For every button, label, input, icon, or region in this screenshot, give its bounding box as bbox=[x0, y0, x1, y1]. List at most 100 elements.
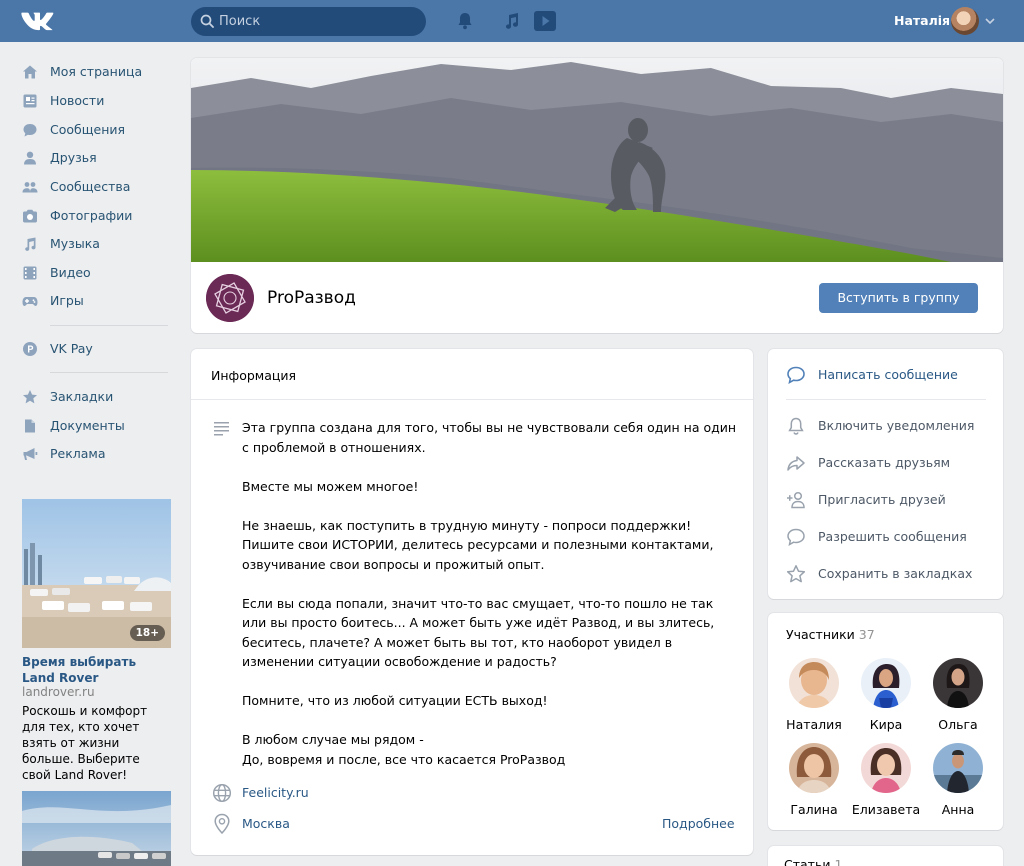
search-input[interactable] bbox=[219, 7, 419, 36]
age-rating-badge: 18+ bbox=[129, 625, 165, 641]
invite-friends-action[interactable]: Пригласить друзей bbox=[768, 484, 1003, 514]
ad-domain: landrover.ru bbox=[22, 685, 95, 699]
nav-item-my-page[interactable]: Моя страница bbox=[0, 57, 180, 85]
music-icon bbox=[25, 237, 36, 251]
bell-icon[interactable] bbox=[455, 11, 475, 31]
location-pin-icon bbox=[214, 813, 230, 835]
action-label: Разрешить сообщения bbox=[818, 529, 967, 544]
member-avatar bbox=[861, 658, 911, 708]
nav-label: Реклама bbox=[50, 446, 106, 461]
articles-title-label: Статьи bbox=[784, 857, 831, 866]
search-icon bbox=[200, 14, 214, 28]
news-icon bbox=[23, 94, 37, 108]
member-avatar bbox=[789, 743, 839, 793]
articles-title[interactable]: Статьи 1 bbox=[784, 857, 842, 866]
message-bubble-icon bbox=[787, 366, 805, 385]
write-message-action[interactable]: Написать сообщение bbox=[768, 359, 1003, 389]
megaphone-icon bbox=[23, 448, 38, 460]
nav-item-ads[interactable]: Реклама bbox=[0, 439, 180, 467]
description-lines-icon bbox=[214, 422, 229, 436]
city-link[interactable]: Москва bbox=[242, 816, 290, 831]
ad-block-2[interactable] bbox=[22, 791, 171, 866]
nav-item-bookmarks[interactable]: Закладки bbox=[0, 382, 180, 410]
info-card: Информация Эта группа создана для того, … bbox=[191, 349, 753, 855]
nav-label: Моя страница bbox=[50, 64, 143, 79]
articles-count: 1 bbox=[834, 857, 843, 866]
nav-label: VK Pay bbox=[50, 341, 93, 356]
members-title[interactable]: Участники 37 bbox=[786, 627, 875, 642]
search-box[interactable] bbox=[191, 7, 426, 36]
user-name[interactable]: Наталія bbox=[894, 13, 950, 28]
ad-text: Роскошь и комфорт для тех, кто хочет взя… bbox=[22, 704, 148, 782]
ad-title[interactable]: Время выбирать Land Rover bbox=[22, 654, 171, 686]
nav-item-video[interactable]: Видео bbox=[0, 258, 180, 286]
nav-divider bbox=[50, 325, 168, 326]
member-item[interactable]: Елизавета bbox=[851, 743, 921, 823]
action-label: Написать сообщение bbox=[818, 367, 958, 382]
ad-image[interactable]: 18+ bbox=[22, 499, 171, 648]
share-action[interactable]: Рассказать друзьям bbox=[768, 447, 1003, 477]
website-link[interactable]: Feelicity.ru bbox=[242, 785, 309, 800]
friends-icon bbox=[24, 151, 36, 165]
group-description: Эта группа создана для того, чтобы вы не… bbox=[242, 418, 737, 769]
messages-icon bbox=[23, 124, 37, 137]
communities-icon bbox=[22, 182, 38, 193]
globe-icon bbox=[212, 783, 232, 803]
more-info-link[interactable]: Подробнее bbox=[662, 816, 735, 831]
vk-logo-icon[interactable] bbox=[20, 10, 56, 32]
nav-label: Сообщения bbox=[50, 122, 126, 137]
member-item[interactable]: Галина bbox=[779, 743, 849, 823]
nav-item-photos[interactable]: Фотографии bbox=[0, 201, 180, 229]
ad-block[interactable]: 18+ Время выбирать Land Rover landrover.… bbox=[22, 499, 171, 782]
ad-image[interactable] bbox=[22, 791, 171, 866]
nav-item-music[interactable]: Музыка bbox=[0, 229, 180, 257]
group-actions-card: Написать сообщение Включить уведомления … bbox=[768, 349, 1003, 599]
chevron-down-icon[interactable] bbox=[985, 17, 995, 25]
group-logo-icon[interactable] bbox=[206, 274, 254, 322]
video-play-icon[interactable] bbox=[533, 10, 557, 32]
divider bbox=[786, 399, 986, 400]
star-icon bbox=[23, 390, 37, 404]
home-icon bbox=[23, 65, 37, 79]
nav-item-documents[interactable]: Документы bbox=[0, 411, 180, 439]
nav-item-messages[interactable]: Сообщения bbox=[0, 115, 180, 143]
nav-item-friends[interactable]: Друзья bbox=[0, 143, 180, 171]
nav-label: Закладки bbox=[50, 389, 114, 404]
cover-photo bbox=[191, 58, 1003, 262]
enable-notifications-action[interactable]: Включить уведомления bbox=[768, 410, 1003, 440]
member-avatar bbox=[933, 743, 983, 793]
nav-item-games[interactable]: Игры bbox=[0, 286, 180, 314]
add-user-icon bbox=[787, 491, 805, 509]
description-paragraph: Эта группа создана для того, чтобы вы не… bbox=[242, 420, 737, 455]
save-bookmark-action[interactable]: Сохранить в закладках bbox=[768, 558, 1003, 588]
document-icon bbox=[25, 419, 35, 433]
nav-label: Игры bbox=[50, 293, 84, 308]
allow-messages-action[interactable]: Разрешить сообщения bbox=[768, 521, 1003, 551]
member-item[interactable]: Анна bbox=[923, 743, 993, 823]
member-name: Галина bbox=[790, 802, 838, 817]
action-label: Рассказать друзьям bbox=[818, 455, 951, 470]
music-note-icon[interactable] bbox=[502, 11, 522, 31]
group-name: ProРазвод bbox=[267, 288, 356, 308]
join-group-button[interactable]: Вступить в группу bbox=[819, 283, 978, 313]
nav-label: Сообщества bbox=[50, 179, 131, 194]
nav-item-communities[interactable]: Сообщества bbox=[0, 172, 180, 200]
description-paragraph: Не знаешь, как поступить в трудную минут… bbox=[242, 517, 714, 572]
member-name: Кира bbox=[869, 717, 903, 732]
member-item[interactable]: Кира bbox=[851, 658, 921, 738]
user-avatar[interactable] bbox=[951, 7, 979, 35]
nav-item-news[interactable]: Новости bbox=[0, 86, 180, 114]
members-card: Участники 37 Наталия Кира Ольга Галина Ел… bbox=[768, 613, 1003, 830]
message-bubble-icon bbox=[787, 528, 805, 546]
info-title: Информация bbox=[211, 368, 297, 383]
member-item[interactable]: Ольга bbox=[923, 658, 993, 738]
action-label: Пригласить друзей bbox=[818, 492, 946, 507]
games-icon bbox=[22, 297, 38, 306]
member-item[interactable]: Наталия bbox=[779, 658, 849, 738]
nav-label: Друзья bbox=[50, 150, 97, 165]
nav-label: Документы bbox=[50, 418, 125, 433]
description-paragraph: Вместе мы можем многое! bbox=[242, 478, 419, 494]
vkpay-icon bbox=[23, 342, 37, 356]
nav-item-vk-pay[interactable]: VK Pay bbox=[0, 334, 180, 362]
video-icon bbox=[23, 266, 37, 280]
